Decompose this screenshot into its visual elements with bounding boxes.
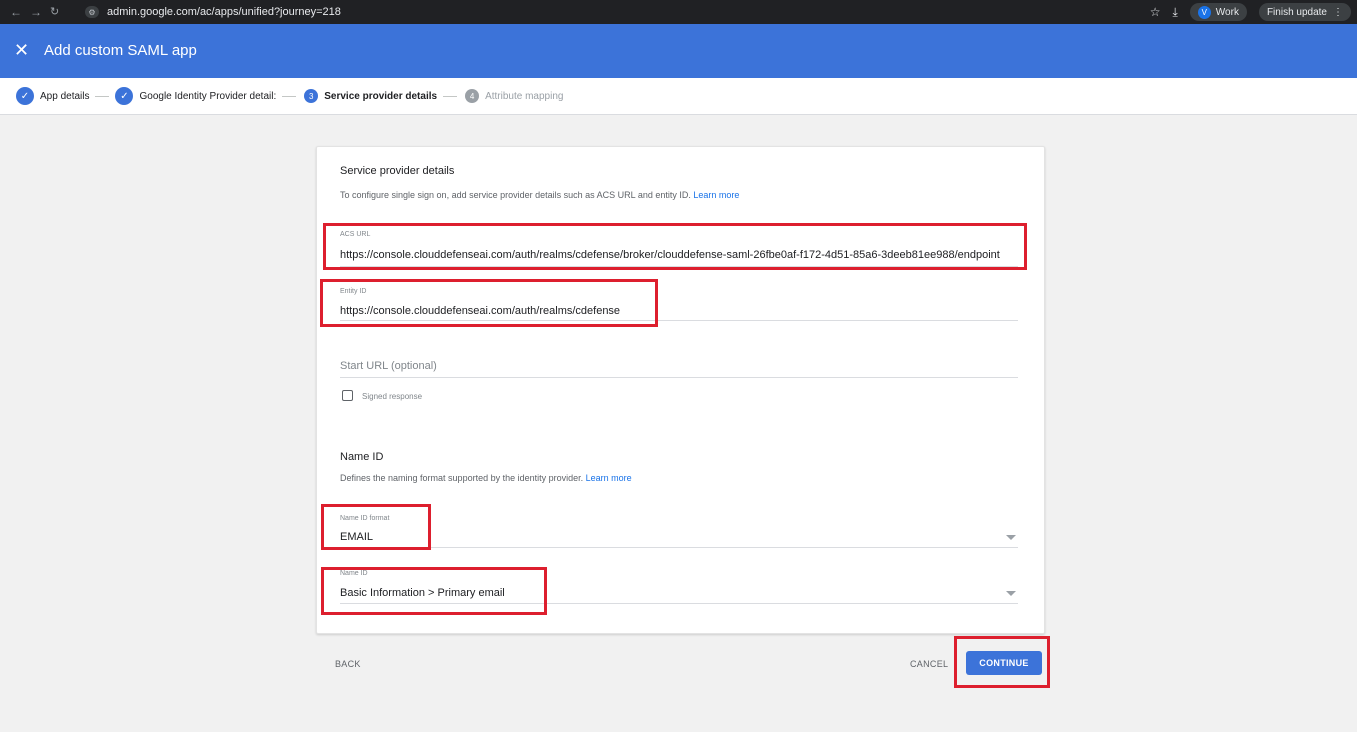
step-label: Google Identity Provider detail: [139,90,277,102]
stepper: ✓ App details ✓ Google Identity Provider… [0,78,1357,115]
name-id-section-description: Defines the naming format supported by t… [340,473,632,483]
highlight-acs-url [323,223,1027,270]
highlight-entity-id [320,279,658,327]
step-connector [443,95,458,97]
site-settings-icon[interactable]: ⚙ [85,6,99,18]
step-label: Service provider details [324,90,438,102]
forward-icon[interactable]: → [30,5,42,19]
start-url-underline [340,377,1018,378]
highlight-name-id-format [321,504,431,550]
check-icon: ✓ [16,87,34,105]
signed-response-label: Signed response [362,392,423,401]
bookmark-star-icon[interactable]: ☆ [1150,5,1161,19]
url-text[interactable]: admin.google.com/ac/apps/unified?journey… [107,6,341,18]
address-bar[interactable]: ⚙ admin.google.com/ac/apps/unified?journ… [85,3,341,21]
app-header: ✕ Add custom SAML app [0,24,1357,78]
step-number-badge: 4 [465,89,480,103]
start-url-input[interactable]: Start URL (optional) [340,360,437,372]
download-icon[interactable]: ⤓ [1172,5,1177,20]
section-title: Service provider details [340,165,455,177]
chevron-down-icon[interactable] [1006,591,1016,596]
name-id-description-text: Defines the naming format supported by t… [340,473,584,483]
name-id-learn-more-link[interactable]: Learn more [586,473,632,483]
finish-update-button[interactable]: Finish update ⋮ [1258,3,1351,21]
name-id-format-underline [340,547,1018,548]
page-title: Add custom SAML app [44,42,197,59]
close-icon[interactable]: ✕ [14,40,29,60]
signed-response-checkbox[interactable] [342,390,353,401]
browser-toolbar: ← → ↻ ⚙ admin.google.com/ac/apps/unified… [0,0,1357,24]
step-idp-details[interactable]: ✓ Google Identity Provider detail: [115,87,276,105]
chevron-down-icon[interactable] [1006,535,1016,540]
step-number-badge: 3 [304,89,319,103]
more-vert-icon: ⋮ [1333,6,1343,18]
step-connector [282,95,297,97]
step-label: Attribute mapping [485,90,564,102]
highlight-name-id [321,567,547,615]
name-id-section-title: Name ID [340,451,384,463]
service-provider-card [316,146,1045,634]
step-connector [95,95,110,97]
profile-label: Work [1215,6,1239,18]
check-icon: ✓ [115,87,134,105]
profile-chip[interactable]: V Work [1189,3,1247,21]
section-description: To configure single sign on, add service… [340,190,739,200]
learn-more-link[interactable]: Learn more [693,190,739,200]
cancel-button[interactable]: CANCEL [910,659,948,669]
finish-update-label: Finish update [1266,6,1327,18]
reload-icon[interactable]: ↻ [50,5,59,18]
avatar: V [1197,5,1211,19]
step-attribute-mapping: 4 Attribute mapping [463,89,563,103]
highlight-continue [954,636,1050,688]
back-button[interactable]: BACK [335,659,361,669]
back-icon[interactable]: ← [10,5,22,19]
section-description-text: To configure single sign on, add service… [340,190,691,200]
step-label: App details [40,90,90,102]
step-service-provider-details[interactable]: 3 Service provider details [302,89,437,103]
step-app-details[interactable]: ✓ App details [16,87,89,105]
